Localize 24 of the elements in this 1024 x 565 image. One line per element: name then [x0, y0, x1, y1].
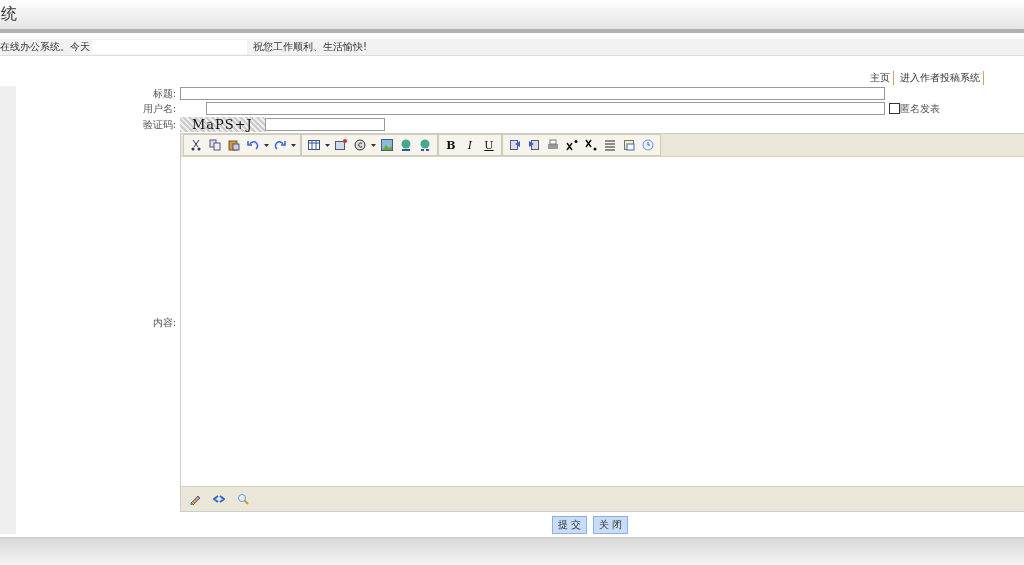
field-label: 标题:	[151, 87, 177, 101]
checkbox-label: 匿名发表	[900, 102, 940, 116]
field-label: 内容:	[152, 316, 176, 330]
caret-icon[interactable]	[371, 144, 376, 147]
notice-text: 在线办公系统。今天	[0, 40, 90, 55]
field-label: 验证码:	[141, 118, 177, 132]
format-button[interactable]: B	[443, 136, 459, 155]
format-button[interactable]: U	[481, 136, 497, 155]
submit-button[interactable]: 提 交	[551, 516, 587, 535]
caret-icon[interactable]	[264, 144, 269, 147]
format-button[interactable]: I	[462, 136, 478, 155]
page-title: 统	[1, 4, 17, 26]
caret-icon[interactable]	[325, 144, 330, 147]
captcha-image: MaPS+J	[180, 117, 265, 133]
anonymous-checkbox[interactable]	[889, 103, 900, 115]
close-button[interactable]: 关 闭	[593, 516, 629, 535]
username-input[interactable]	[206, 102, 885, 116]
title-input[interactable]	[180, 87, 885, 101]
captcha-input[interactable]	[264, 118, 385, 132]
notice-text: 祝您工作顺利、生活愉快!	[253, 40, 367, 55]
caret-icon[interactable]	[291, 144, 296, 147]
nav-link[interactable]: 进入作者投稿系统	[897, 71, 984, 86]
nav-link[interactable]: 主页	[867, 71, 894, 86]
field-label: 用户名:	[141, 102, 177, 116]
